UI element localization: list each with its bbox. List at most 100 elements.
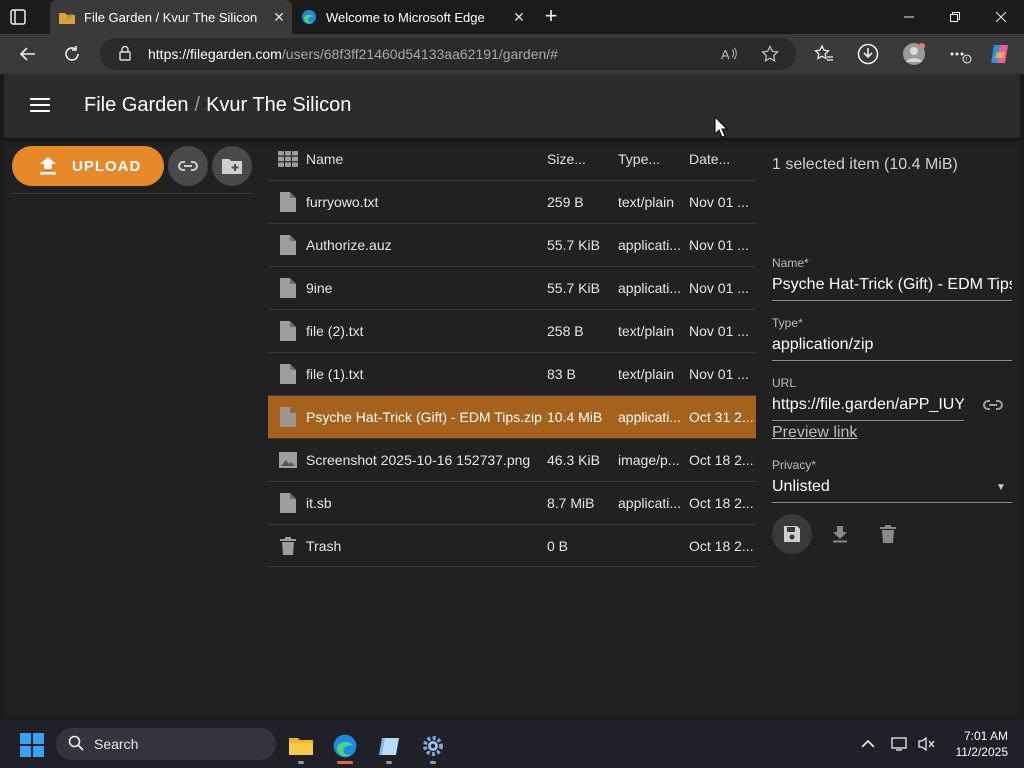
column-date[interactable]: Date...: [689, 151, 756, 167]
add-link-button[interactable]: [168, 146, 208, 186]
upload-label: UPLOAD: [72, 157, 142, 175]
upload-icon: [38, 156, 58, 176]
trash-icon: [268, 536, 306, 555]
table-row[interactable]: file (1).txt 83 B text/plain Nov 01 ...: [268, 352, 756, 395]
preview-link[interactable]: Preview link: [772, 424, 857, 442]
running-indicator: [337, 761, 353, 764]
delete-button[interactable]: [868, 514, 908, 554]
file-name: Screenshot 2025-10-16 152737.png: [306, 452, 531, 468]
file-icon: [268, 278, 306, 298]
tab-file-garden[interactable]: File Garden / Kvur The Silicon ✕: [50, 0, 292, 34]
file-size: 46.3 KiB: [547, 452, 600, 468]
browser-tab-strip: File Garden / Kvur The Silicon ✕ Welcome…: [0, 0, 1024, 34]
close-tab-icon[interactable]: ✕: [266, 9, 292, 26]
table-body: furryowo.txt 259 Btext/plain Nov 01 ... Aut…: [268, 180, 756, 567]
favorite-star-icon[interactable]: [760, 44, 780, 64]
menu-icon[interactable]: [28, 94, 52, 118]
file-name: file (2).txt: [306, 323, 364, 339]
restore-icon[interactable]: [932, 0, 978, 34]
file-name: file (1).txt: [306, 366, 364, 382]
edge-taskbar-icon[interactable]: [327, 728, 363, 764]
download-button[interactable]: [820, 514, 860, 554]
file-date: Oct 31 2...: [689, 409, 754, 425]
upload-button[interactable]: UPLOAD: [12, 146, 164, 186]
back-arrow-icon[interactable]: [14, 40, 42, 68]
copilot-icon[interactable]: [988, 42, 1012, 66]
chevron-up-icon[interactable]: [858, 734, 878, 754]
file-icon: [268, 493, 306, 513]
breadcrumb-root[interactable]: File Garden: [84, 94, 189, 116]
file-garden-page: File Garden / Kvur The Silicon UPLOAD Name…: [4, 74, 1020, 716]
file-type: text/plain: [618, 194, 675, 210]
file-explorer-icon[interactable]: [283, 728, 319, 764]
tab-actions-icon[interactable]: [8, 7, 28, 27]
clock-time: 7:01 AM: [963, 729, 1008, 743]
taskbar-search[interactable]: Search: [56, 728, 276, 760]
divider: [12, 193, 252, 194]
column-type[interactable]: Type...: [618, 151, 689, 167]
read-aloud-icon[interactable]: A: [720, 44, 740, 64]
file-date: Nov 01 ...: [689, 323, 749, 339]
file-date: Oct 18 2...: [689, 452, 754, 468]
lock-icon[interactable]: [118, 45, 136, 64]
url-path: /users/68f3ff21460d54133aa62191/garden/#: [281, 46, 558, 62]
name-field[interactable]: Psyche Hat-Trick (Gift) - EDM Tips.zip: [772, 276, 1012, 301]
notes-app-icon[interactable]: [371, 728, 407, 764]
table-row[interactable]: Authorize.auz 55.7 KiB applicati... Nov 01 …: [268, 223, 756, 266]
url-field[interactable]: https://file.garden/aPP_IUY: [772, 396, 964, 421]
new-folder-button[interactable]: [212, 146, 252, 186]
file-icon: [268, 321, 306, 341]
file-size: 8.7 MiB: [547, 495, 595, 511]
column-size[interactable]: Size...: [547, 151, 618, 167]
table-row[interactable]: file (2).txt 258 B text/plain Nov 01 ...: [268, 309, 756, 352]
more-options-icon[interactable]: !: [948, 42, 972, 66]
clock-date: 11/2/2025: [955, 745, 1009, 759]
grid-view-icon[interactable]: [268, 151, 306, 167]
search-icon: [68, 735, 86, 754]
address-bar[interactable]: https://filegarden.com/users/68f3ff21460…: [100, 38, 796, 70]
table-row[interactable]: it.sb 8.7 MiB applicati... Oct 18 2...: [268, 481, 756, 524]
file-icon: [268, 192, 306, 212]
favorites-icon[interactable]: [812, 42, 836, 66]
profile-avatar-icon[interactable]: [902, 42, 926, 66]
file-size: 83 B: [547, 366, 576, 382]
file-type: applicati...: [618, 237, 682, 253]
table-row[interactable]: 9ine 55.7 KiB applicati... Nov 01 ...: [268, 266, 756, 309]
settings-gear-icon[interactable]: [415, 728, 451, 764]
file-name: it.sb: [306, 495, 332, 511]
type-field[interactable]: application/zip: [772, 336, 1012, 361]
file-type: text/plain: [618, 323, 675, 339]
table-row[interactable]: Screenshot 2025-10-16 152737.png 46.3 KiB…: [268, 438, 756, 481]
running-indicator: [386, 761, 392, 764]
close-tab-icon[interactable]: ✕: [506, 9, 532, 26]
refresh-icon[interactable]: [58, 40, 86, 68]
taskbar-clock[interactable]: 7:01 AM 11/2/2025: [944, 728, 1009, 760]
table-row[interactable]: furryowo.txt 259 B text/plain Nov 01 ...: [268, 180, 756, 223]
tab-welcome-edge[interactable]: Welcome to Microsoft Edge ✕: [292, 0, 532, 34]
file-type: applicati...: [618, 280, 682, 296]
column-name[interactable]: Name: [306, 151, 547, 167]
close-window-icon[interactable]: [978, 0, 1024, 34]
file-icon: [268, 364, 306, 384]
selection-summary: 1 selected item (10.4 MiB): [772, 156, 958, 173]
privacy-field-label: Privacy*: [772, 458, 817, 472]
table-row[interactable]: Trash 0 B Oct 18 2...: [268, 524, 756, 567]
file-size: 10.4 MiB: [547, 409, 603, 425]
volume-muted-icon[interactable]: [916, 734, 936, 754]
dropdown-arrow-icon[interactable]: ▼: [996, 482, 1006, 493]
windows-start-icon[interactable]: [20, 733, 44, 757]
breadcrumb-current[interactable]: Kvur The Silicon: [206, 94, 351, 116]
downloads-icon[interactable]: [856, 42, 880, 66]
file-size: 0 B: [547, 537, 569, 554]
minimize-icon[interactable]: [886, 0, 932, 34]
file-type: applicati...: [618, 409, 682, 425]
table-row[interactable]: Psyche Hat-Trick (Gift) - EDM Tips.zip 10…: [268, 395, 756, 438]
save-button[interactable]: [772, 514, 812, 554]
new-tab-button[interactable]: +: [540, 5, 562, 28]
file-type: applicati...: [618, 495, 682, 511]
app-bar: File Garden / Kvur The Silicon: [4, 74, 1020, 138]
privacy-select[interactable]: Unlisted: [772, 478, 1012, 503]
copy-link-icon[interactable]: [982, 398, 1004, 414]
file-name: Authorize.auz: [306, 237, 392, 253]
network-icon[interactable]: [890, 734, 910, 754]
